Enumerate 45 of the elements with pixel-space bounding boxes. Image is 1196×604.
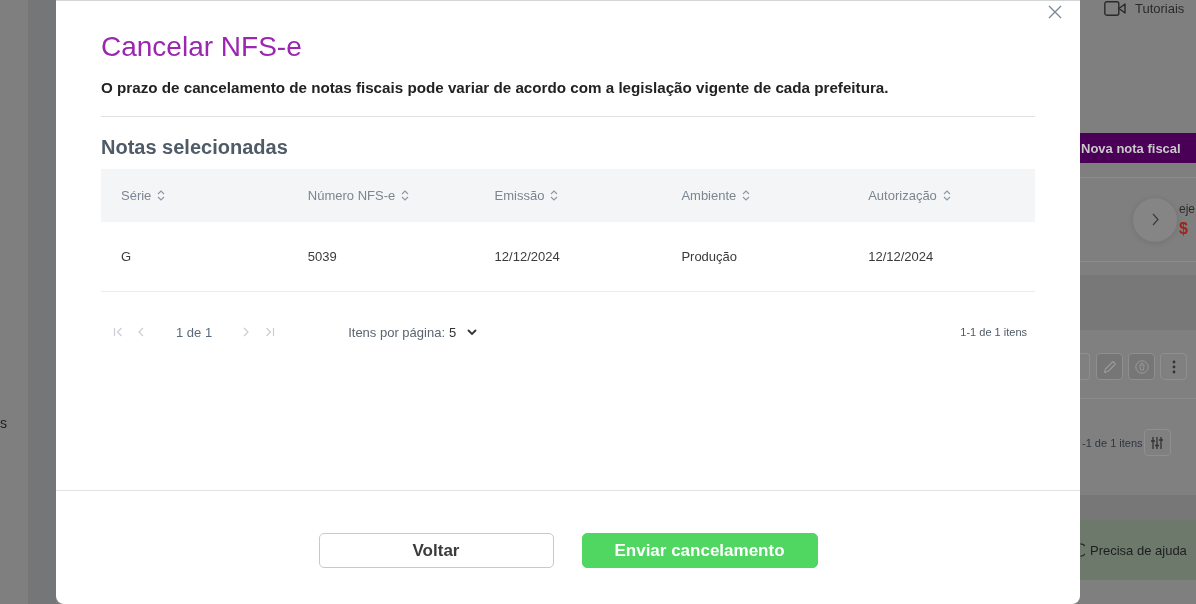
- items-range-text: 1-1 de 1 itens: [960, 326, 1027, 338]
- new-invoice-button[interactable]: Nova nota fiscal: [1080, 133, 1196, 163]
- sort-icon: [550, 190, 559, 201]
- notice-text: O prazo de cancelamento de notas fiscais pode variar de acordo com a legislação vigente de cada prefeitura.: [101, 78, 889, 98]
- sort-icon: [942, 190, 951, 201]
- column-header[interactable]: Série: [101, 188, 166, 203]
- help-banner[interactable]: Precisa de ajuda: [1080, 520, 1196, 580]
- card-amount: $: [1179, 219, 1189, 238]
- items-count-text: -1 de 1 itens: [1082, 436, 1143, 449]
- submit-button[interactable]: Enviar cancelamento: [581, 533, 818, 568]
- items-per-page-label: Itens por página:: [348, 324, 445, 340]
- card-label: eje: [1179, 201, 1195, 216]
- table-cell-text: 5039: [306, 249, 337, 264]
- video-camera-icon: [1104, 0, 1126, 16]
- back-button[interactable]: Voltar: [318, 533, 554, 568]
- sort-icon: [742, 190, 751, 201]
- more-vertical-icon: [1171, 359, 1176, 374]
- close-icon: [1048, 5, 1062, 19]
- dialog-title: Cancelar NFS-e: [101, 33, 302, 61]
- table-cell-text: 12/12/2024: [867, 249, 934, 264]
- table-cell-text: 12/12/2024: [493, 249, 560, 264]
- items-per-page-select[interactable]: 5: [449, 324, 478, 340]
- tutorials-link[interactable]: Tutoriais: [1104, 0, 1185, 16]
- column-header[interactable]: Número NFS-e: [287, 188, 410, 203]
- arc-icon: [1080, 543, 1085, 557]
- chevron-right-icon: [1151, 213, 1159, 226]
- cut-off-button[interactable]: [1080, 353, 1090, 380]
- columns-button[interactable]: [1143, 429, 1171, 456]
- section-title: Notas selecionadas: [101, 135, 288, 159]
- column-header[interactable]: Ambiente: [661, 188, 751, 203]
- table-cell-text: G: [120, 249, 132, 264]
- trash-icon: [1134, 359, 1149, 374]
- sidebar-text-fragment: s: [0, 415, 7, 431]
- sort-icon: [157, 190, 166, 201]
- more-button[interactable]: [1160, 353, 1187, 380]
- pencil-icon: [1102, 359, 1117, 374]
- column-header[interactable]: Emissão: [474, 188, 559, 203]
- close-button[interactable]: [1048, 5, 1062, 19]
- column-header[interactable]: Autorização: [848, 188, 951, 203]
- page-indicator: 1 de 1: [176, 324, 213, 340]
- chevron-down-icon: [467, 328, 478, 336]
- sliders-icon: [1150, 435, 1165, 450]
- next-button[interactable]: [1133, 197, 1177, 242]
- sort-icon: [401, 190, 410, 201]
- table-cell-text: Produção: [680, 249, 738, 264]
